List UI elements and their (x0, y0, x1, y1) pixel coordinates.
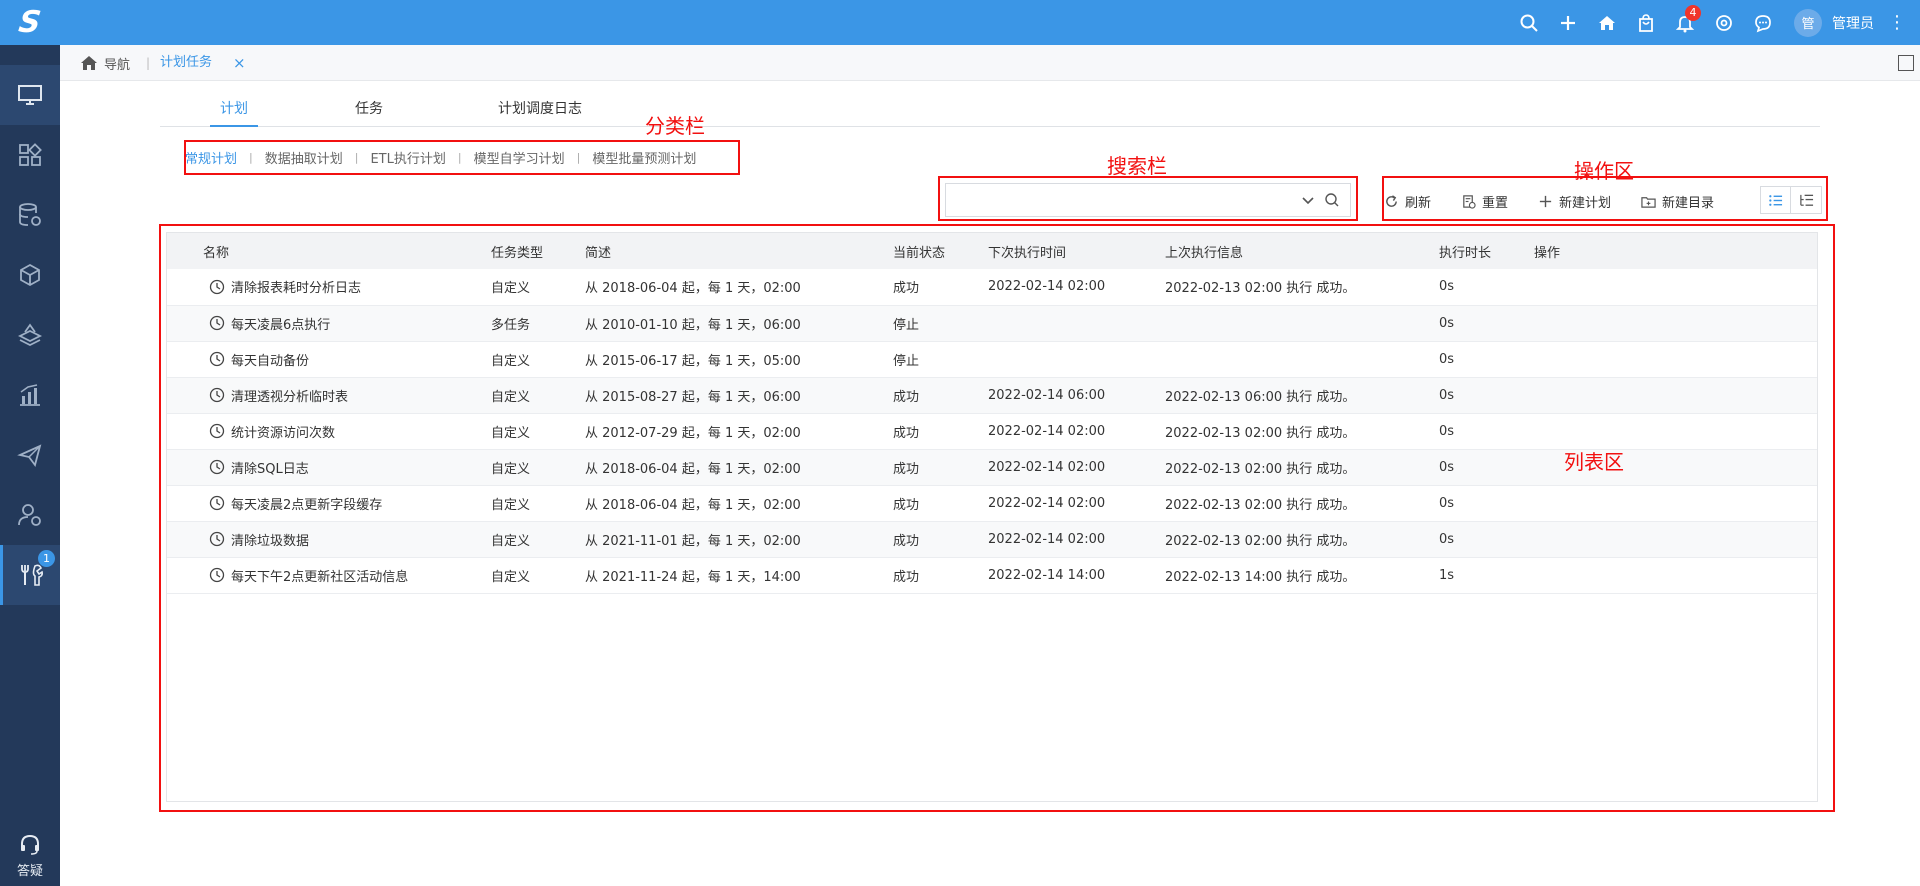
home-icon[interactable] (1587, 0, 1626, 45)
database-gear-icon (19, 203, 41, 226)
logo-letter: S (16, 5, 44, 40)
bar-chart-icon (20, 384, 40, 406)
user-gear-icon (18, 504, 41, 526)
tab-schedule-log[interactable]: 计划调度日志 (485, 95, 595, 127)
breadcrumb-separator: | (146, 56, 151, 70)
tools-icon (20, 564, 43, 586)
sidebar-item-layers[interactable] (0, 305, 60, 365)
sidebar: 1 答疑 (0, 45, 60, 886)
app-logo[interactable]: S (0, 0, 60, 45)
help-button[interactable]: 答疑 (0, 826, 60, 886)
cube-icon (20, 263, 40, 287)
layers-icon (17, 323, 43, 347)
tools-badge: 1 (38, 550, 55, 567)
breadcrumb-home-label: 导航 (104, 57, 131, 73)
tab-task[interactable]: 任务 (345, 95, 393, 127)
breadcrumb-home[interactable]: 导航 (80, 45, 130, 81)
notification-badge: 4 (1685, 5, 1701, 21)
annotation-label-category: 分类栏 (645, 114, 705, 138)
bag-icon[interactable] (1626, 0, 1665, 45)
close-icon[interactable]: × (233, 45, 246, 81)
headset-icon (21, 834, 39, 855)
top-bar: S 4 管 管理员 ⋮ (0, 0, 1920, 45)
sidebar-item-database[interactable] (0, 185, 60, 245)
home-icon (81, 56, 97, 70)
more-menu-icon[interactable]: ⋮ (1888, 12, 1906, 33)
settings-icon[interactable] (1704, 0, 1743, 45)
sidebar-item-grid[interactable] (0, 125, 60, 185)
avatar[interactable]: 管 (1794, 8, 1822, 37)
grid-icon (19, 143, 42, 166)
sidebar-item-chart[interactable] (0, 365, 60, 425)
sidebar-item-cube[interactable] (0, 245, 60, 305)
annotation-box-search (938, 176, 1358, 221)
help-label: 答疑 (16, 864, 43, 879)
bell-icon[interactable]: 4 (1665, 0, 1704, 45)
breadcrumb: 导航 | 计划任务 × (60, 45, 1920, 81)
sidebar-item-user-settings[interactable] (0, 485, 60, 545)
sidebar-item-monitor[interactable] (0, 65, 60, 125)
search-icon[interactable] (1509, 0, 1548, 45)
annotation-box-category (184, 140, 740, 175)
annotation-label-search: 搜索栏 (1107, 154, 1167, 178)
username[interactable]: 管理员 (1832, 13, 1874, 33)
top-icon-group: 4 管 管理员 ⋮ (1509, 0, 1920, 45)
annotation-label-list: 列表区 (1564, 450, 1624, 474)
maximize-icon[interactable] (1898, 55, 1914, 71)
sidebar-item-tools[interactable]: 1 (0, 545, 60, 605)
send-icon (17, 444, 42, 468)
annotation-box-list (159, 224, 1835, 812)
plus-icon[interactable] (1548, 0, 1587, 45)
breadcrumb-tab[interactable]: 计划任务 (160, 45, 212, 81)
tab-plan[interactable]: 计划 (210, 95, 258, 127)
chat-icon[interactable] (1743, 0, 1782, 45)
sidebar-item-send[interactable] (0, 425, 60, 485)
annotation-label-actions: 操作区 (1574, 159, 1634, 183)
tab-bar: 计划 任务 计划调度日志 (160, 95, 1820, 127)
monitor-icon (18, 85, 42, 105)
